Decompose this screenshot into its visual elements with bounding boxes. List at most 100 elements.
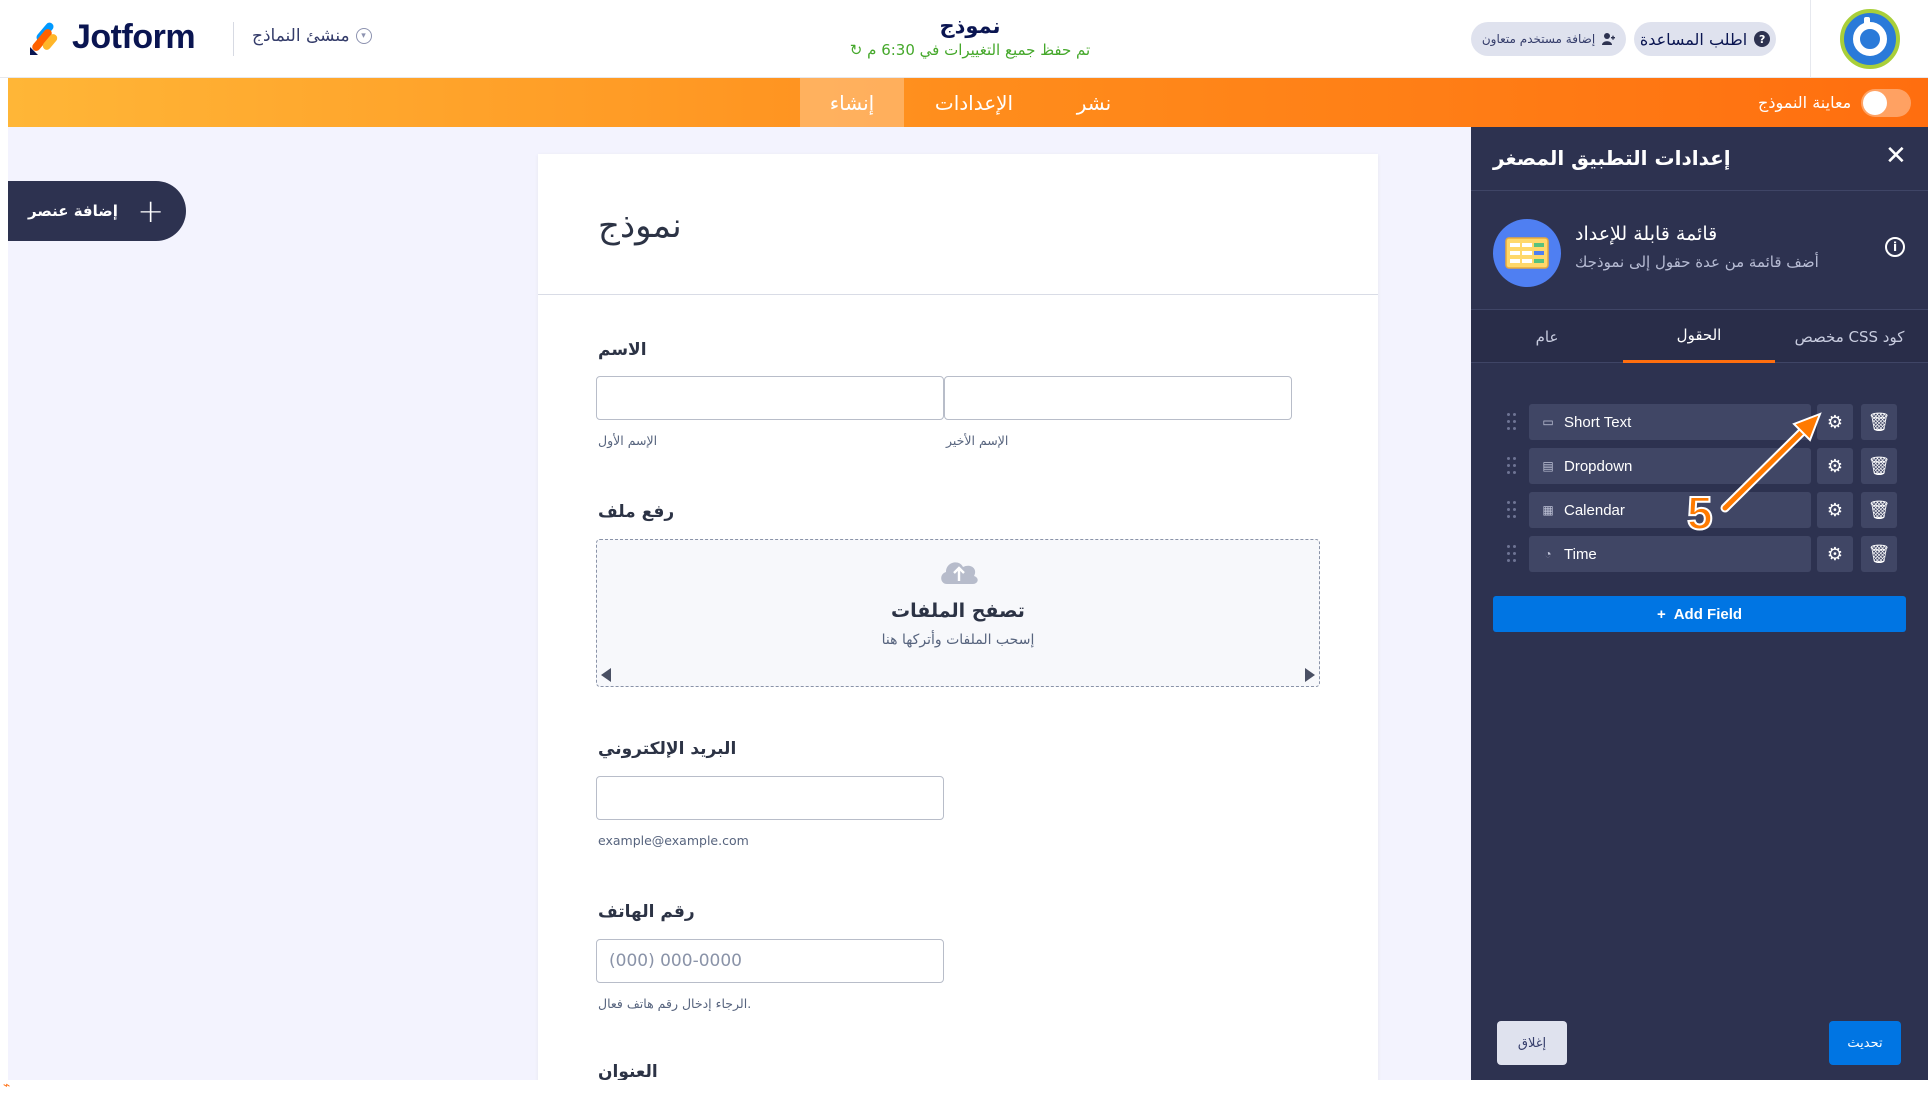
last-name-sublabel: الإسم الأخير — [946, 433, 1009, 448]
resize-right-handle[interactable] — [1305, 668, 1315, 682]
widget-description: أضف قائمة من عدة حقول إلى نموذجك — [1575, 253, 1819, 271]
account-area — [1810, 0, 1928, 78]
info-icon[interactable]: i — [1885, 237, 1905, 257]
widget-info: قائمة قابلة للإعداد أضف قائمة من عدة حقو… — [1493, 219, 1913, 299]
first-name-input[interactable] — [596, 376, 944, 420]
file-upload-dropzone[interactable]: تصفح الملفات إسحب الملفات وأتركها هنا — [596, 539, 1320, 687]
calendar-icon: ▦ — [1542, 503, 1554, 517]
header-divider — [233, 22, 234, 56]
app-root: Jotform منشئ النماذج ▾ نموذج ↻ تم حفظ جم… — [0, 0, 1928, 1095]
add-collaborator-button[interactable]: إضافة مستخدم متعاون — [1471, 22, 1626, 56]
saved-status-text: تم حفظ جميع التغييرات في 6:30 م — [867, 41, 1091, 59]
tab-build[interactable]: إنشاء — [800, 78, 904, 127]
resize-left-handle[interactable] — [601, 668, 611, 682]
widget-settings-panel: إعدادات التطبيق المصغر ✕ قائمة قابلة للإ… — [1471, 127, 1928, 1080]
email-label[interactable]: البريد الإلكتروني — [598, 739, 736, 759]
drag-handle-icon[interactable] — [1507, 457, 1517, 475]
trash-icon[interactable]: 🗑 — [1861, 536, 1897, 572]
phone-label[interactable]: رقم الهاتف — [598, 902, 695, 922]
widget-icon — [1493, 219, 1561, 287]
annotation-arrow — [1720, 412, 1822, 513]
header-form-title[interactable]: نموذج — [780, 14, 1160, 38]
avatar[interactable] — [1839, 9, 1900, 69]
file-upload-label[interactable]: رفع ملف — [598, 502, 674, 522]
field-row: ◔ Time ⚙ 🗑 — [1493, 536, 1903, 572]
power-icon — [1852, 17, 1887, 56]
add-user-icon — [1602, 33, 1616, 45]
tab-general[interactable]: عام — [1471, 310, 1623, 363]
field-label: Calendar — [1564, 501, 1625, 519]
add-element-button[interactable]: إضافة عنصر + — [8, 181, 186, 241]
preview-form-toggle[interactable]: معاينة النموذج — [1758, 78, 1912, 127]
question-icon: ? — [1754, 31, 1771, 47]
panel-title: إعدادات التطبيق المصغر — [1493, 146, 1731, 170]
gear-icon[interactable]: ⚙ — [1817, 536, 1853, 572]
drag-handle-icon[interactable] — [1507, 413, 1517, 431]
drag-handle-icon[interactable] — [1507, 545, 1517, 563]
email-sublabel: example@example.com — [598, 833, 749, 848]
tab-custom-css[interactable]: مخصص CSS كود — [1771, 310, 1928, 363]
builder-menu[interactable]: منشئ النماذج ▾ — [252, 26, 372, 46]
add-element-label: إضافة عنصر — [28, 202, 118, 220]
tab-publish[interactable]: نشر — [1044, 78, 1144, 127]
browse-files-text[interactable]: تصفح الملفات — [597, 600, 1319, 622]
drag-drop-text: إسحب الملفات وأتركها هنا — [881, 632, 1035, 648]
preview-toggle-switch[interactable] — [1861, 88, 1912, 117]
phone-input[interactable]: (000) 000-0000 — [596, 939, 944, 983]
clock-icon: ◔ — [1544, 547, 1552, 561]
preview-label: معاينة النموذج — [1758, 93, 1852, 112]
field-label: Dropdown — [1564, 457, 1633, 475]
phone-placeholder: (000) 000-0000 — [609, 951, 742, 971]
jotform-logo-icon — [30, 22, 58, 55]
short-text-icon: ▭ — [1542, 415, 1554, 429]
help-label: اطلب المساعدة — [1639, 29, 1748, 49]
address-label[interactable]: العنوان — [598, 1062, 658, 1080]
add-field-label: Add Field — [1673, 605, 1743, 623]
logo-text: Jotform — [72, 18, 196, 56]
panel-header: إعدادات التطبيق المصغر ✕ — [1471, 127, 1928, 191]
trash-icon[interactable]: 🗑 — [1861, 448, 1897, 484]
add-field-button[interactable]: + Add Field — [1493, 596, 1906, 632]
tab-fields[interactable]: الحقول — [1623, 310, 1775, 363]
cursor-mark: ⌁ — [3, 1078, 11, 1092]
form-title-header: نموذج ↻ تم حفظ جميع التغييرات في 6:30 م — [780, 14, 1160, 59]
top-bar: Jotform منشئ النماذج ▾ نموذج ↻ تم حفظ جم… — [0, 0, 1928, 78]
tab-settings[interactable]: الإعدادات — [904, 78, 1044, 127]
refresh-icon: ↻ — [849, 41, 868, 59]
widget-name: قائمة قابلة للإعداد — [1575, 223, 1718, 245]
configurable-list-icon — [1505, 237, 1549, 269]
trash-icon[interactable]: 🗑 — [1861, 404, 1897, 440]
plus-icon: + — [1656, 605, 1666, 623]
chevron-down-icon: ▾ — [355, 28, 372, 44]
update-button[interactable]: تحديث — [1829, 1021, 1901, 1065]
last-name-input[interactable] — [944, 376, 1292, 420]
form-header[interactable]: نموذج — [538, 154, 1378, 295]
trash-icon[interactable]: 🗑 — [1861, 492, 1897, 528]
add-collaborator-label: إضافة مستخدم متعاون — [1481, 32, 1596, 46]
field-item-time[interactable]: ◔ Time — [1529, 536, 1811, 572]
field-row: ▤ Dropdown ⚙ 🗑 — [1493, 448, 1903, 484]
saved-status: ↻ تم حفظ جميع التغييرات في 6:30 م — [780, 41, 1160, 59]
field-label: Time — [1564, 545, 1597, 563]
close-button[interactable]: إغلاق — [1497, 1021, 1567, 1065]
help-button[interactable]: اطلب المساعدة ? — [1634, 22, 1776, 56]
jotform-logo[interactable]: Jotform — [28, 18, 196, 57]
cloud-upload-icon — [941, 562, 978, 584]
drag-handle-icon[interactable] — [1507, 501, 1517, 519]
form-workspace: إضافة عنصر + نموذج الاسم الإسم الأول الإ… — [8, 127, 1471, 1080]
panel-tabs: مخصص CSS كود الحقول عام — [1471, 309, 1928, 363]
email-input[interactable] — [596, 776, 944, 820]
form-heading[interactable]: نموذج — [598, 206, 682, 246]
builder-menu-label: منشئ النماذج — [252, 26, 350, 46]
plus-icon: + — [137, 192, 164, 230]
form-card: نموذج الاسم الإسم الأول الإسم الأخير رفع… — [538, 154, 1378, 1080]
builder-nav: إنشاء الإعدادات نشر معاينة النموذج — [8, 78, 1928, 127]
annotation-step-number: 5 — [1686, 486, 1714, 540]
close-icon[interactable]: ✕ — [1885, 143, 1907, 169]
field-row: ▭ Short Text ⚙ 🗑 — [1493, 404, 1903, 440]
dropdown-icon: ▤ — [1542, 459, 1554, 473]
first-name-sublabel: الإسم الأول — [598, 433, 658, 448]
phone-sublabel: الرجاء إدخال رقم هاتف فعال. — [598, 996, 752, 1011]
field-label: Short Text — [1564, 413, 1632, 431]
name-label[interactable]: الاسم — [598, 340, 647, 360]
